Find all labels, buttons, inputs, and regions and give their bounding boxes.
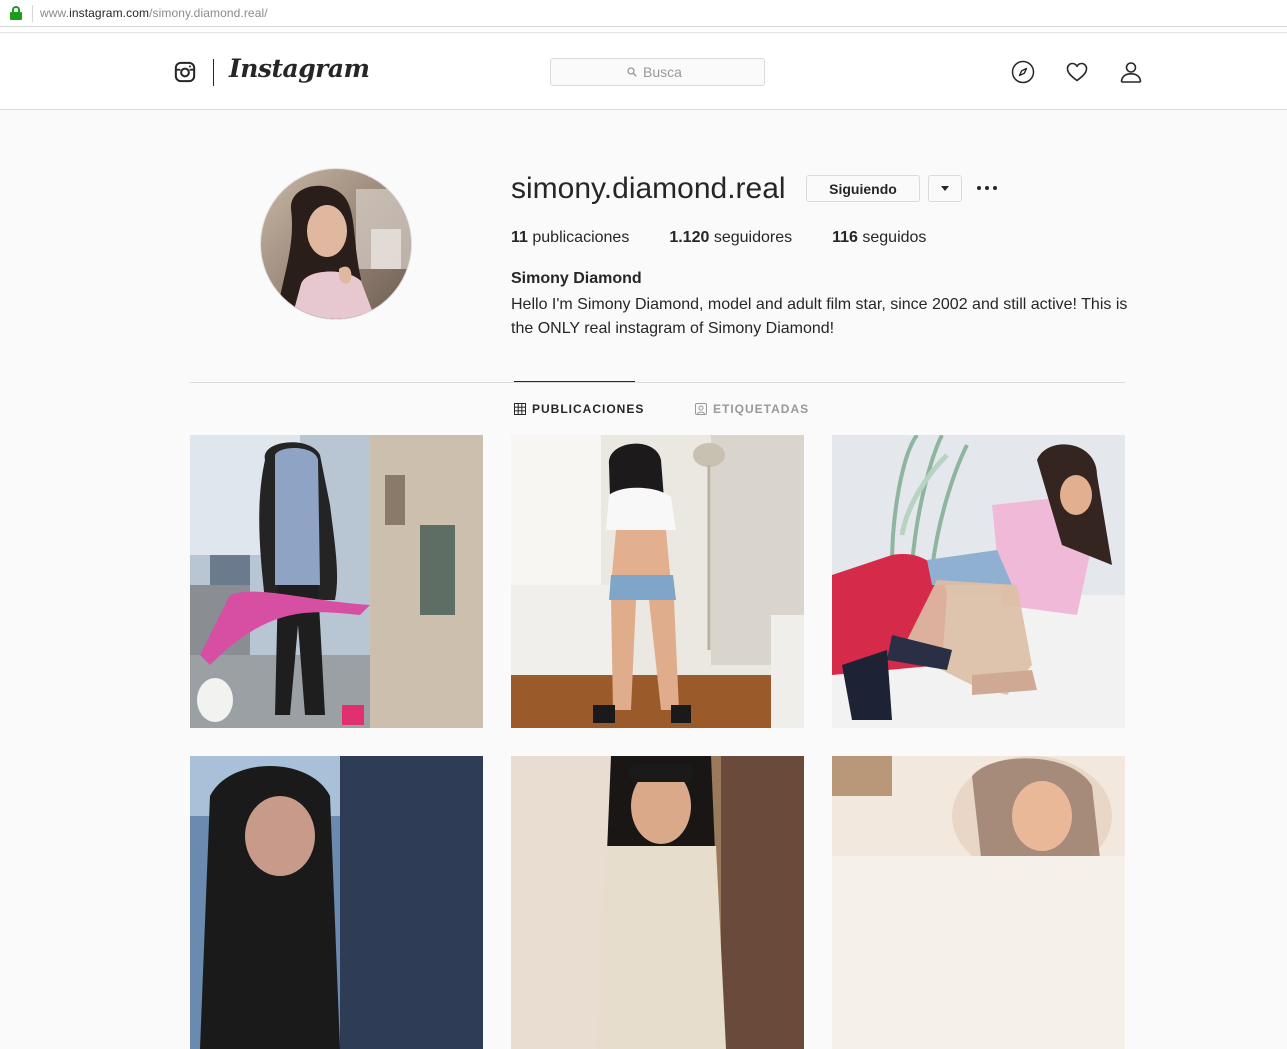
post-tile[interactable] <box>832 435 1125 728</box>
profile-username: simony.diamond.real <box>511 172 786 205</box>
url-host: instagram.com <box>69 6 150 20</box>
more-dot-icon <box>985 186 989 190</box>
post-tile[interactable] <box>511 756 804 1049</box>
instagram-glyph-icon[interactable] <box>174 61 196 83</box>
grid-icon <box>514 403 526 415</box>
post-tile[interactable] <box>832 756 1125 1049</box>
more-dot-icon <box>977 186 981 190</box>
stat-following-label: seguidos <box>862 229 927 246</box>
post-image <box>190 435 483 728</box>
browser-top-strip <box>0 27 1287 33</box>
stat-posts-count: 11 <box>511 229 528 246</box>
caret-down-icon <box>941 186 949 191</box>
stat-following-count: 116 <box>832 229 858 246</box>
more-options-button[interactable] <box>977 178 997 198</box>
suggestions-dropdown-button[interactable] <box>928 175 962 202</box>
secure-lock-icon <box>10 6 22 20</box>
post-image <box>832 756 1125 1049</box>
profile-full-name: Simony Diamond <box>511 270 642 287</box>
tagged-icon <box>695 403 707 415</box>
stat-posts-label: publicaciones <box>532 229 630 246</box>
instagram-wordmark[interactable]: Instagram <box>229 54 370 83</box>
browser-address-bar[interactable]: www.instagram.com/simony.diamond.real/ <box>0 0 1287 27</box>
tab-posts[interactable]: PUBLICACIONES <box>514 402 644 416</box>
post-image <box>832 435 1125 728</box>
stat-posts: 11 publicaciones <box>511 229 629 247</box>
profile-stats: 11 publicaciones 1.120 seguidores 116 se… <box>511 229 966 247</box>
post-image <box>511 756 804 1049</box>
url-text[interactable]: www.instagram.com/simony.diamond.real/ <box>40 6 268 20</box>
tabs-divider <box>190 382 1125 383</box>
post-tile[interactable] <box>190 756 483 1049</box>
stat-followers-count: 1.120 <box>669 229 710 246</box>
instagram-header: Instagram <box>0 34 1287 110</box>
stat-followers-label: seguidores <box>713 229 793 246</box>
compass-icon[interactable] <box>1011 60 1035 84</box>
avatar-image <box>261 169 411 319</box>
person-icon[interactable] <box>1119 60 1143 84</box>
post-image <box>511 435 804 728</box>
post-image <box>190 756 483 1049</box>
tab-tagged-label: ETIQUETADAS <box>713 402 810 416</box>
more-dot-icon <box>993 186 997 190</box>
active-tab-indicator <box>514 381 635 382</box>
search-icon <box>627 67 637 77</box>
heart-icon[interactable] <box>1065 60 1089 84</box>
tab-posts-label: PUBLICACIONES <box>532 402 645 416</box>
tab-tagged[interactable]: ETIQUETADAS <box>695 402 809 416</box>
stat-followers[interactable]: 1.120 seguidores <box>669 229 792 247</box>
profile-bio: Hello I'm Simony Diamond, model and adul… <box>511 296 1128 337</box>
search-input[interactable] <box>643 64 688 80</box>
url-path: /simony.diamond.real/ <box>149 6 268 20</box>
post-tile[interactable] <box>511 435 804 728</box>
address-bar-separator <box>32 4 33 22</box>
following-button[interactable]: Siguiendo <box>806 175 920 202</box>
profile-avatar[interactable] <box>260 168 412 320</box>
search-box[interactable] <box>550 58 765 86</box>
stat-following[interactable]: 116 seguidos <box>832 229 926 247</box>
logo-divider <box>213 59 214 86</box>
post-tile[interactable] <box>190 435 483 728</box>
url-prefix: www. <box>40 6 70 20</box>
